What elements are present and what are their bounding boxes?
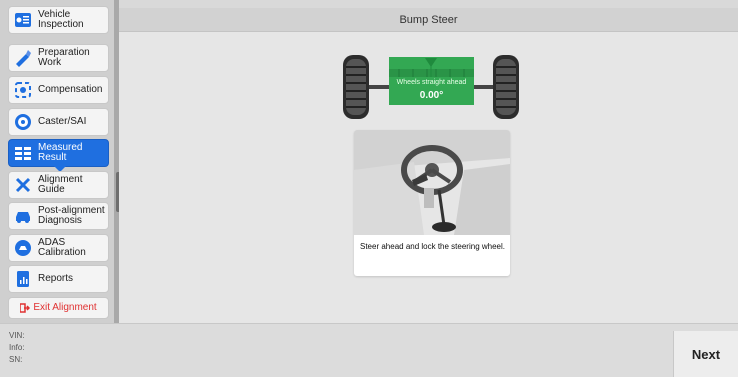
sn-label: SN: — [9, 355, 23, 364]
adas-icon — [13, 238, 33, 258]
sidebar-item-compensation[interactable]: Compensation — [8, 76, 109, 104]
vehicle-inspection-icon — [13, 10, 33, 30]
left-wheel-icon — [343, 55, 369, 119]
reports-icon — [13, 269, 33, 289]
next-button[interactable]: Next — [673, 331, 738, 377]
instruction-text: Steer ahead and lock the steering wheel. — [360, 242, 505, 251]
sidebar-item-reports[interactable]: Reports — [8, 265, 109, 293]
main-content: Bump Steer Wheels straight ahead 0.00° S… — [119, 8, 738, 323]
sidebar-item-vehicle-inspection[interactable]: Vehicle Inspection — [8, 6, 109, 34]
sidebar-item-label: Caster/SAI — [38, 116, 87, 127]
right-wheel-icon — [493, 55, 519, 119]
alignment-guide-icon — [13, 175, 33, 195]
sidebar-item-label: Calibration — [38, 247, 86, 258]
measured-result-icon — [13, 143, 33, 163]
sidebar: Vehicle Inspection Preparation Work Compen… — [0, 0, 114, 323]
sidebar-item-measured-result[interactable]: Measured Result — [8, 139, 109, 172]
caster-sai-icon — [13, 112, 33, 132]
compensation-icon — [13, 80, 33, 100]
info-label: Info: — [9, 343, 25, 352]
exit-icon — [20, 303, 31, 313]
wheel-status-panel: Wheels straight ahead 0.00° — [389, 57, 474, 105]
page-title: Bump Steer — [399, 13, 458, 26]
sidebar-item-post-alignment-diagnosis[interactable]: Post-alignment Diagnosis — [8, 202, 109, 230]
sidebar-item-adas-calibration[interactable]: ADAS Calibration — [8, 234, 109, 262]
preparation-icon — [13, 48, 33, 68]
sidebar-item-label: Reports — [38, 273, 74, 284]
footer: VIN: Info: SN: — [0, 323, 738, 377]
sidebar-item-label: Compensation — [38, 84, 103, 95]
page-header: Bump Steer — [119, 8, 738, 32]
instruction-card: Steer ahead and lock the steering wheel. — [354, 130, 510, 276]
post-alignment-icon — [13, 206, 33, 226]
wheel-status-label: Wheels straight ahead — [396, 79, 467, 86]
wheel-status-value: 0.00° — [419, 90, 444, 101]
exit-alignment-label: Exit Alignment — [33, 302, 97, 313]
sidebar-item-label: Result — [38, 152, 67, 163]
sidebar-item-label: Work — [38, 57, 62, 68]
sidebar-item-alignment-guide[interactable]: Alignment Guide — [8, 171, 109, 199]
steering-wheel-illustration — [354, 130, 510, 235]
vin-label: VIN: — [9, 331, 25, 340]
exit-alignment-button[interactable]: Exit Alignment — [8, 297, 109, 319]
sidebar-item-preparation-work[interactable]: Preparation Work — [8, 44, 109, 72]
sidebar-item-label: Diagnosis — [38, 215, 82, 226]
sidebar-item-label: Inspection — [38, 19, 84, 30]
scale-indicator — [389, 58, 474, 77]
sidebar-item-label: Guide — [38, 184, 65, 195]
sidebar-item-caster-sai[interactable]: Caster/SAI — [8, 108, 109, 136]
